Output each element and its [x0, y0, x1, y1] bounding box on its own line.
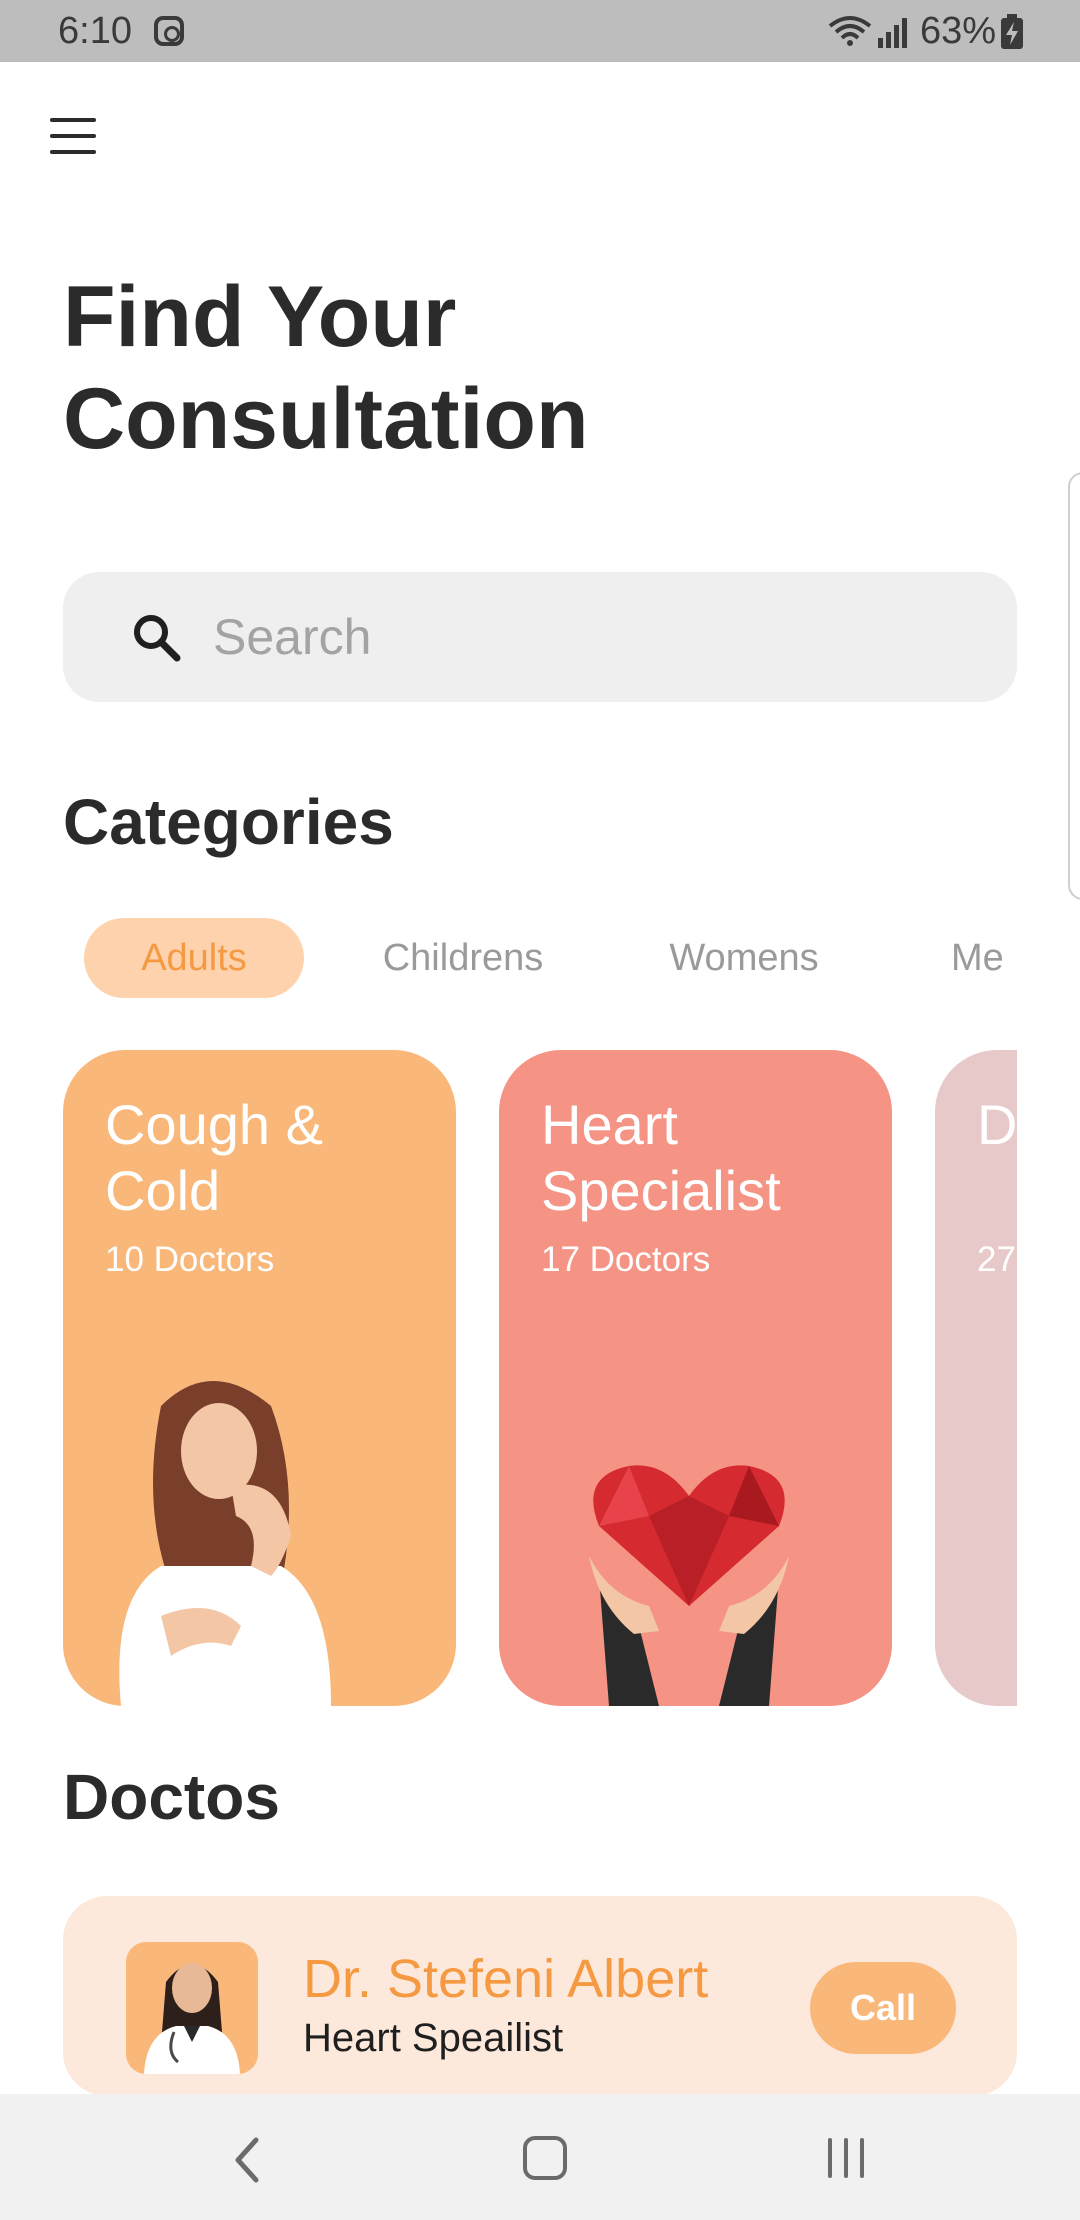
navigation-bar: [0, 2094, 1080, 2220]
home-icon[interactable]: [523, 2136, 567, 2180]
hamburger-menu-icon[interactable]: [46, 116, 102, 160]
tab-men[interactable]: Me: [951, 918, 1017, 998]
back-icon[interactable]: [228, 2136, 268, 2184]
status-time: 6:10: [58, 10, 132, 52]
search-icon[interactable]: [131, 612, 183, 664]
category-card-cough-cold[interactable]: Cough & Cold 10 Doctors: [63, 1050, 456, 1706]
instagram-icon: [154, 16, 184, 46]
heart-in-hands-image: [589, 1465, 789, 1706]
recent-apps-icon[interactable]: [826, 2138, 870, 2178]
doctors-heading: Doctos: [63, 1761, 280, 1833]
category-card-count: 17 Doctors: [541, 1240, 711, 1279]
page-title-line2: Consultation: [63, 371, 589, 467]
search-input[interactable]: [213, 600, 973, 674]
doctor-avatar: [126, 1942, 258, 2074]
battery-charging-icon: [1001, 14, 1023, 49]
doctor-name: Dr. Stefeni Albert: [303, 1949, 709, 2009]
category-card-heart-specialist[interactable]: Heart Specialist 17 Doctors: [499, 1050, 892, 1706]
doctor-card[interactable]: Dr. Stefeni Albert Heart Speailist Call: [63, 1896, 1017, 2096]
tab-adults[interactable]: Adults: [84, 918, 304, 998]
wifi-icon: [828, 16, 872, 46]
signal-icon: [878, 18, 907, 48]
tab-childrens[interactable]: Childrens: [363, 918, 563, 998]
categories-heading: Categories: [63, 786, 394, 858]
category-card-title: D C: [977, 1093, 1017, 1156]
category-card-count: 27: [977, 1240, 1016, 1279]
tab-womens[interactable]: Womens: [659, 918, 829, 998]
page-title-line1: Find Your: [63, 269, 457, 365]
call-button[interactable]: Call: [810, 1962, 956, 2054]
battery-percent: 63%: [920, 10, 997, 52]
category-card-title: Heart Specialist: [541, 1093, 781, 1222]
category-tabs: Adults Childrens Womens Me: [63, 918, 1017, 998]
category-card-count: 10 Doctors: [105, 1240, 275, 1279]
doctor-specialty: Heart Speailist: [303, 2016, 564, 2060]
edge-panel-handle[interactable]: [1068, 472, 1080, 900]
category-card-partial[interactable]: D C 27: [935, 1050, 1017, 1706]
category-cards: Cough & Cold 10 Doctors Heart Specialist…: [63, 1050, 1017, 1706]
category-card-title: Cough & Cold: [105, 1093, 323, 1222]
search-bar[interactable]: [63, 572, 1017, 702]
doctor-photo-image: [144, 1963, 240, 2074]
page-title: Find Your Consultation: [63, 266, 863, 470]
status-bar: 6:10 63%: [0, 0, 1080, 62]
woman-coughing-image: [119, 1381, 331, 1706]
